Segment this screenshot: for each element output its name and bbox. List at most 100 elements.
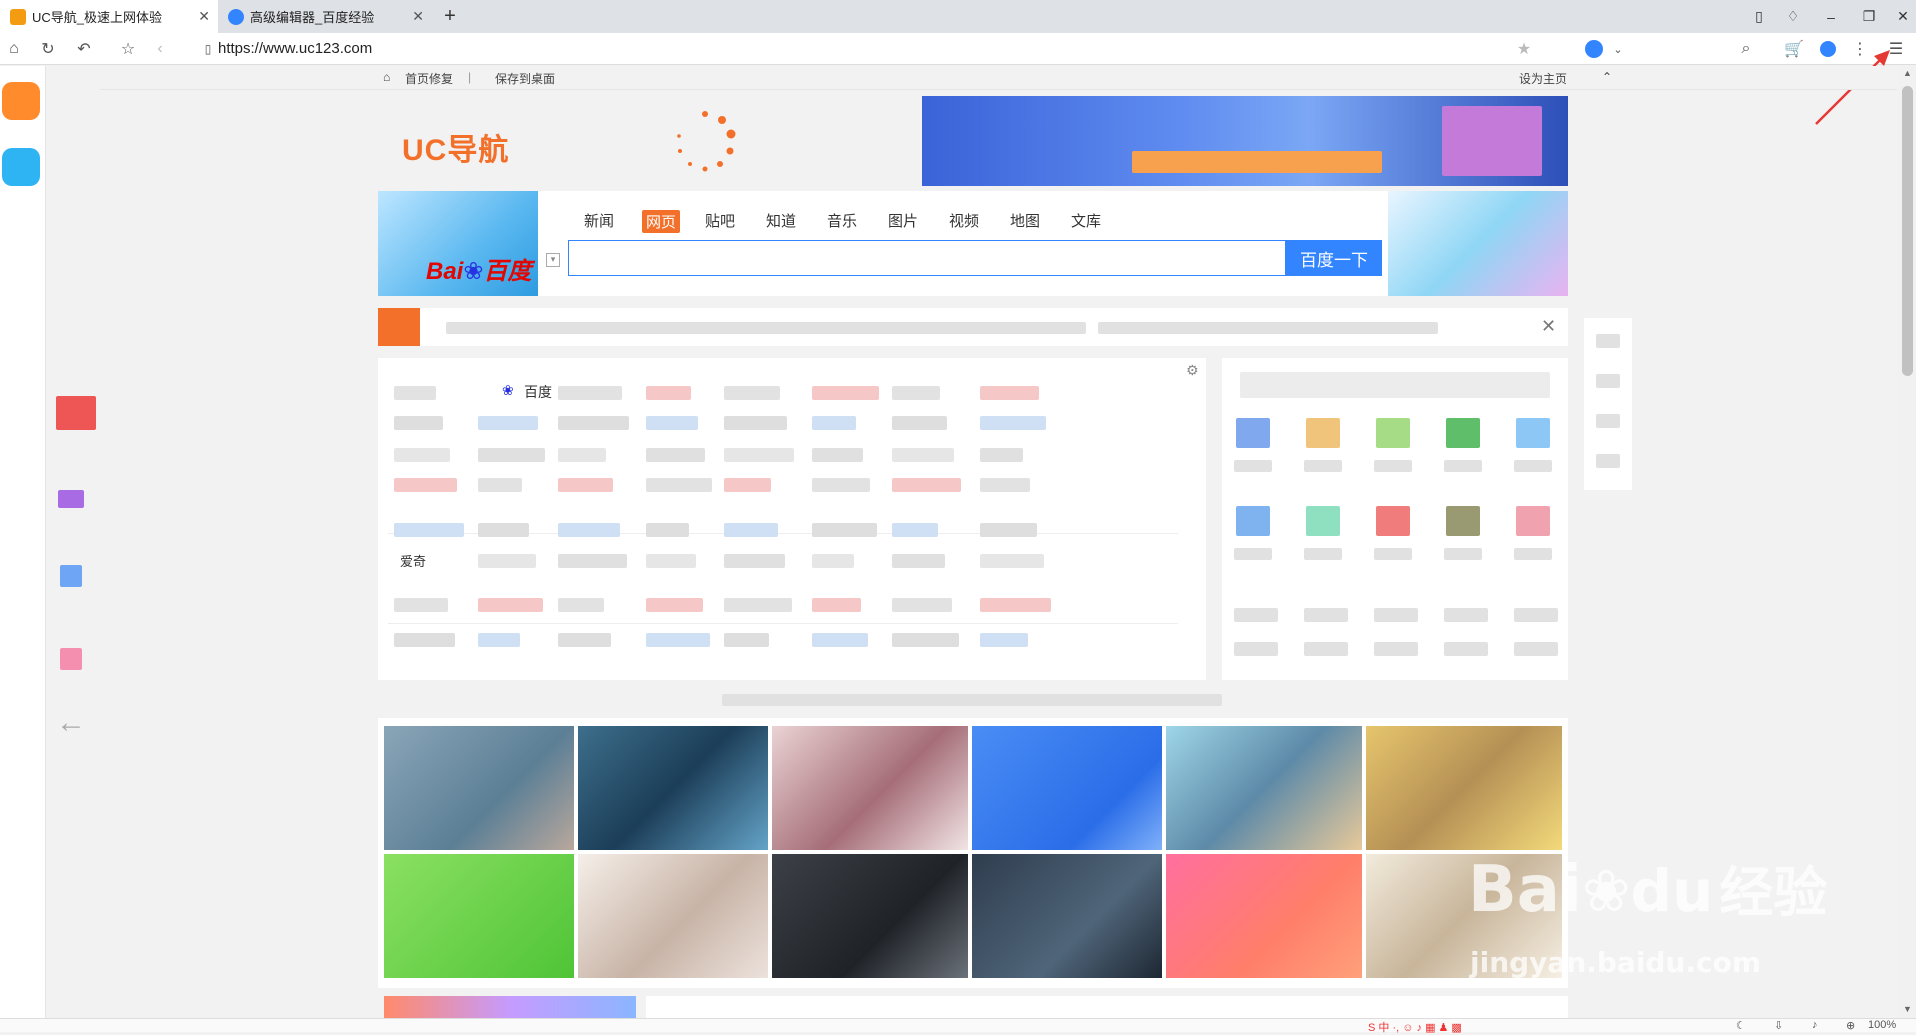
app-tile-icon[interactable] <box>1306 418 1340 448</box>
shirt-skin-icon[interactable]: ♢ <box>1776 0 1810 33</box>
app-link[interactable] <box>1374 642 1418 656</box>
video-tile[interactable] <box>578 726 768 850</box>
site-link[interactable] <box>724 386 780 400</box>
site-link[interactable] <box>394 448 450 462</box>
set-homepage-link[interactable]: 设为主页 <box>1519 70 1567 87</box>
search-tab-music[interactable]: 音乐 <box>827 210 857 231</box>
site-link[interactable] <box>980 448 1023 462</box>
app-tile-icon[interactable] <box>1516 506 1550 536</box>
uc-logo[interactable]: UC导航 <box>402 125 509 169</box>
site-link[interactable] <box>558 598 604 612</box>
site-link[interactable] <box>892 554 945 568</box>
search-tab-zhidao[interactable]: 知道 <box>766 210 796 231</box>
site-link[interactable] <box>394 386 436 400</box>
site-link[interactable] <box>980 554 1044 568</box>
ticker-text[interactable] <box>1098 322 1438 334</box>
site-link[interactable] <box>724 523 778 537</box>
close-icon[interactable]: ✕ <box>198 8 210 25</box>
site-link[interactable] <box>558 448 606 462</box>
zoom-in-icon[interactable]: ⊕ <box>1846 1019 1855 1032</box>
site-link[interactable] <box>980 523 1037 537</box>
hot-words-row[interactable] <box>722 694 1222 706</box>
app-tile-icon[interactable] <box>1306 506 1340 536</box>
site-link-baidu[interactable]: 百度 <box>524 382 552 402</box>
favorite-star-icon[interactable]: ★ <box>1512 37 1536 61</box>
night-mode-icon[interactable]: ☾ <box>1736 1019 1746 1032</box>
minimize-icon[interactable]: – <box>1814 0 1848 33</box>
app-link[interactable] <box>1374 608 1418 622</box>
chevron-down-icon[interactable]: ⌄ <box>1606 37 1630 61</box>
back-chevron-icon[interactable]: ‹ <box>148 37 172 61</box>
apps-search[interactable] <box>1240 372 1550 398</box>
url-field[interactable]: https://www.uc123.com <box>218 40 372 57</box>
app-tile-icon[interactable] <box>1446 418 1480 448</box>
scroll-down-icon[interactable]: ▼ <box>1903 1004 1912 1014</box>
search-tab-map[interactable]: 地图 <box>1010 210 1040 231</box>
site-link[interactable] <box>980 416 1046 430</box>
site-link[interactable] <box>646 598 703 612</box>
save-desktop-link[interactable]: 保存到桌面 <box>495 70 555 87</box>
dropdown-icon[interactable]: ▾ <box>546 253 560 267</box>
scrollbar-thumb[interactable] <box>1902 86 1913 376</box>
ime-icon[interactable]: S 中 ·, ☺ ♪ ▦ ♟ ▩ <box>1368 1019 1462 1035</box>
site-link[interactable] <box>980 598 1051 612</box>
search-tab-news[interactable]: 新闻 <box>584 210 614 231</box>
site-link[interactable] <box>812 448 863 462</box>
site-link[interactable] <box>558 386 622 400</box>
site-link[interactable] <box>980 386 1039 400</box>
site-link[interactable] <box>980 633 1028 647</box>
site-link[interactable] <box>892 598 952 612</box>
home-icon[interactable]: ⌂ <box>2 37 26 61</box>
download-icon[interactable]: ⇩ <box>1774 1019 1783 1032</box>
site-link[interactable] <box>812 386 879 400</box>
app-link[interactable] <box>1234 608 1278 622</box>
site-link[interactable] <box>646 448 705 462</box>
video-tile[interactable] <box>1366 726 1562 850</box>
site-link[interactable] <box>812 478 870 492</box>
left-float-item[interactable] <box>60 648 82 670</box>
site-link[interactable] <box>646 478 712 492</box>
float-item[interactable] <box>1596 334 1620 348</box>
site-link[interactable] <box>394 633 455 647</box>
site-link[interactable] <box>478 416 538 430</box>
video-tile[interactable] <box>772 854 968 978</box>
app-link[interactable] <box>1444 608 1488 622</box>
video-tile[interactable] <box>1166 726 1362 850</box>
close-window-icon[interactable]: ✕ <box>1886 0 1916 33</box>
left-float-item[interactable] <box>58 490 84 508</box>
app-link[interactable] <box>1304 608 1348 622</box>
site-link[interactable] <box>478 478 522 492</box>
site-link-aiqi[interactable]: 爱奇 <box>400 551 426 570</box>
ticker-text[interactable] <box>446 322 1086 334</box>
site-link[interactable] <box>478 633 520 647</box>
app-tile-icon[interactable] <box>1376 418 1410 448</box>
search-tab-wenku[interactable]: 文库 <box>1071 210 1101 231</box>
site-link[interactable] <box>812 554 854 568</box>
shop-app-icon[interactable] <box>2 82 40 120</box>
site-link[interactable] <box>812 598 861 612</box>
star-bookmark-icon[interactable]: ☆ <box>116 37 140 61</box>
app-link[interactable] <box>1444 642 1488 656</box>
float-item[interactable] <box>1596 454 1620 468</box>
app-link[interactable] <box>1514 642 1558 656</box>
site-link[interactable] <box>724 598 792 612</box>
app-link[interactable] <box>1514 608 1558 622</box>
top-banner-ad[interactable] <box>922 96 1568 186</box>
site-link[interactable] <box>646 633 710 647</box>
site-link[interactable] <box>646 523 689 537</box>
site-link[interactable] <box>892 386 940 400</box>
search-tab-web[interactable]: 网页 <box>642 210 681 233</box>
site-link[interactable] <box>980 478 1030 492</box>
scroll-up-icon[interactable]: ▲ <box>1903 68 1912 78</box>
site-link[interactable] <box>394 478 457 492</box>
undo-icon[interactable]: ↶ <box>72 37 96 61</box>
app-tile-icon[interactable] <box>1236 506 1270 536</box>
site-link[interactable] <box>478 523 529 537</box>
app-tile-icon[interactable] <box>1446 506 1480 536</box>
site-link[interactable] <box>558 416 629 430</box>
site-link[interactable] <box>558 523 620 537</box>
left-float-item[interactable] <box>56 396 96 430</box>
arrow-left-icon[interactable]: ← <box>56 706 86 740</box>
video-tile[interactable] <box>384 726 574 850</box>
search-input[interactable] <box>568 240 1286 276</box>
